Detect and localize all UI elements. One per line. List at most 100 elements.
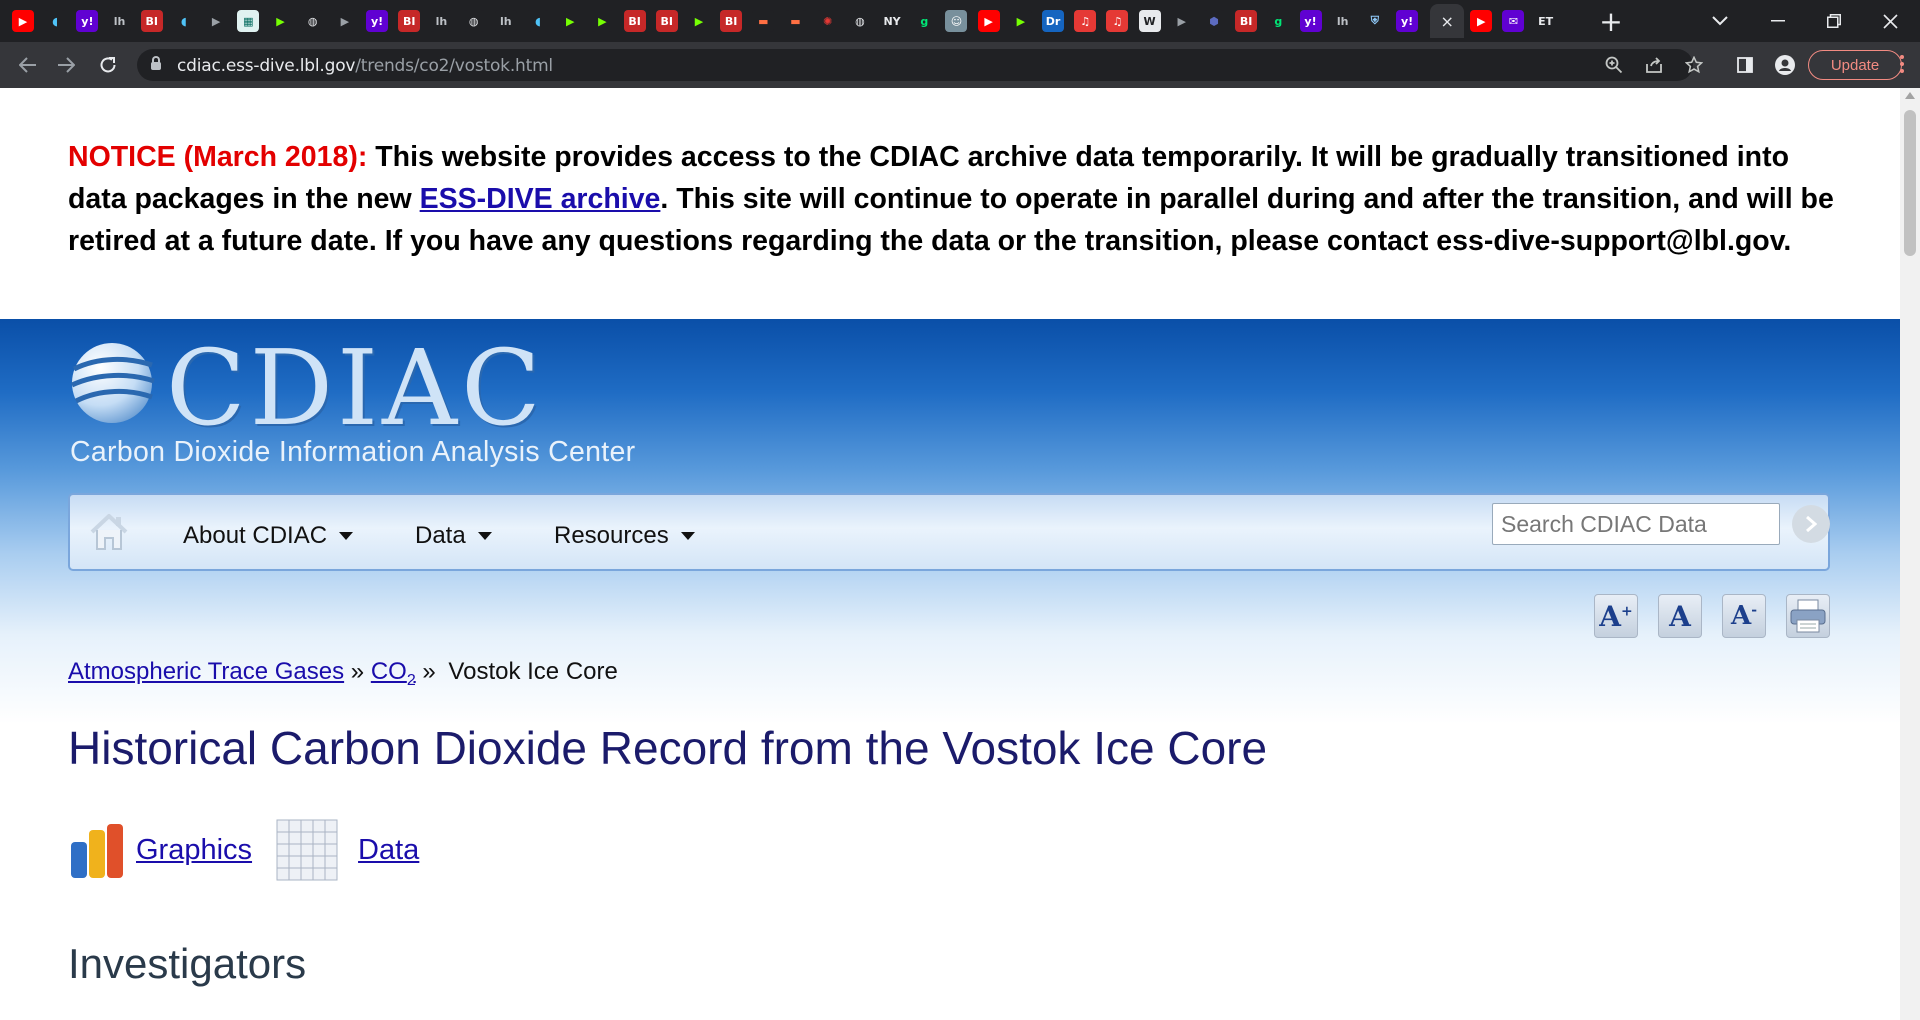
chevron-down-icon bbox=[1712, 16, 1728, 26]
hex-tab-icon[interactable]: ⬢ bbox=[1202, 10, 1225, 32]
page-viewport: NOTICE (March 2018): This website provid… bbox=[0, 88, 1900, 1020]
play-green-tab-icon[interactable]: ▶ bbox=[687, 10, 710, 32]
nav-data[interactable]: Data bbox=[415, 522, 492, 550]
globe-tab-icon[interactable]: ◍ bbox=[301, 10, 324, 32]
text-larger-icon: A+ bbox=[1599, 599, 1633, 633]
menu-kebab-icon[interactable] bbox=[1900, 55, 1904, 75]
reload-icon bbox=[100, 57, 116, 73]
restore-button[interactable] bbox=[1818, 0, 1850, 42]
breadcrumb-atmospheric-trace-gases[interactable]: Atmospheric Trace Gases bbox=[68, 658, 344, 685]
print-button[interactable] bbox=[1786, 594, 1830, 638]
notice-prefix: NOTICE (March 2018): bbox=[68, 141, 368, 173]
minimize-button[interactable] bbox=[1762, 0, 1794, 42]
crest-tab-icon[interactable]: ⛨ bbox=[1363, 10, 1386, 32]
search-submit-button[interactable] bbox=[1792, 505, 1830, 543]
nav-resources[interactable]: Resources bbox=[554, 522, 695, 550]
yahoo-tab-icon[interactable]: y! bbox=[1299, 10, 1322, 32]
bi-tab-icon[interactable]: BI bbox=[655, 10, 678, 32]
new-tab-button[interactable]: + bbox=[1598, 0, 1624, 42]
arrow-left-icon bbox=[19, 57, 36, 73]
mail-purple-tab-icon[interactable]: ✉ bbox=[1502, 10, 1525, 32]
side-panel-icon[interactable] bbox=[1732, 52, 1758, 78]
share-icon[interactable] bbox=[1641, 52, 1667, 78]
tab-search-button[interactable] bbox=[1704, 0, 1736, 42]
text-smaller-icon: A- bbox=[1731, 601, 1757, 631]
shield-tab-icon[interactable]: ◖ bbox=[44, 10, 67, 32]
nav-about-cdiac[interactable]: About CDIAC bbox=[183, 522, 354, 550]
close-window-button[interactable] bbox=[1874, 0, 1906, 42]
yahoo-tab-icon[interactable]: y! bbox=[1396, 10, 1419, 32]
bi-tab-icon[interactable]: BI bbox=[720, 10, 743, 32]
active-tab-close-icon[interactable]: × bbox=[1430, 4, 1465, 38]
dr-tab-icon[interactable]: Dr bbox=[1042, 10, 1064, 32]
increase-text-button[interactable]: A+ bbox=[1594, 594, 1638, 638]
wp-tab-icon[interactable]: W bbox=[1138, 10, 1161, 32]
forward-button[interactable] bbox=[52, 51, 80, 79]
lh-tab-icon[interactable]: lh bbox=[430, 10, 453, 32]
shield-tab-icon[interactable]: ◖ bbox=[172, 10, 195, 32]
profile-avatar-icon[interactable] bbox=[1772, 52, 1798, 78]
yahoo-tab-icon[interactable]: y! bbox=[366, 10, 389, 32]
flag-tab-icon[interactable]: ▶ bbox=[205, 10, 228, 32]
mic-red-tab-icon[interactable]: ♫ bbox=[1074, 10, 1097, 32]
play-green-tab-icon[interactable]: ▶ bbox=[591, 10, 614, 32]
bi-tab-icon[interactable]: BI bbox=[1235, 10, 1258, 32]
bi-tab-icon[interactable]: BI bbox=[623, 10, 646, 32]
data-table-icon bbox=[276, 819, 338, 881]
back-button[interactable] bbox=[14, 51, 42, 79]
bi-tab-icon[interactable]: BI bbox=[398, 10, 421, 32]
decrease-text-button[interactable]: A- bbox=[1722, 594, 1766, 638]
nav-about-label: About CDIAC bbox=[183, 522, 328, 549]
globe-tab-icon[interactable]: ◍ bbox=[848, 10, 871, 32]
yahoo-tab-icon[interactable]: y! bbox=[76, 10, 99, 32]
notice-banner: NOTICE (March 2018): This website provid… bbox=[68, 136, 1848, 262]
reload-button[interactable] bbox=[94, 51, 122, 79]
flag-tab-icon[interactable]: ▶ bbox=[333, 10, 356, 32]
zoom-icon[interactable] bbox=[1601, 52, 1627, 78]
home-icon[interactable] bbox=[88, 511, 130, 553]
youtube-tab-icon[interactable]: ▶ bbox=[977, 10, 1000, 32]
page-scrollbar[interactable] bbox=[1900, 88, 1920, 1020]
search-input[interactable] bbox=[1492, 503, 1780, 545]
globe-tab-icon[interactable]: ◍ bbox=[462, 10, 485, 32]
address-bar[interactable]: cdiac.ess-dive.lbl.gov/trends/co2/vostok… bbox=[137, 49, 1693, 81]
investigators-heading: Investigators bbox=[68, 940, 307, 987]
scroll-up-arrow-icon[interactable] bbox=[1905, 92, 1915, 99]
breadcrumb-current: Vostok Ice Core bbox=[448, 658, 618, 685]
breadcrumb-separator: » bbox=[422, 658, 436, 685]
bookmark-star-icon[interactable] bbox=[1681, 52, 1707, 78]
nyt-tab-icon[interactable]: NY bbox=[881, 10, 904, 32]
update-button[interactable]: Update bbox=[1808, 50, 1902, 80]
play-green-tab-icon[interactable]: ▶ bbox=[559, 10, 582, 32]
lh-tab-icon[interactable]: lh bbox=[494, 10, 517, 32]
ess-dive-archive-link[interactable]: ESS-DIVE archive bbox=[420, 183, 661, 215]
browser-tabstrip: ▶ ◖ y! lh BI ◖ ▶ ▦ ▶ ◍ ▶ y! BI lh ◍ lh ◖ ▶ ▶ BI BI ▶ BI ▬ ▬ ✺ ◍ NY g… bbox=[0, 0, 1920, 42]
youtube-tab-icon[interactable]: ▶ bbox=[1470, 10, 1493, 32]
flag-tab-icon[interactable]: ▶ bbox=[1170, 10, 1193, 32]
play-green-tab-icon[interactable]: ▶ bbox=[269, 10, 292, 32]
bi-tab-icon[interactable]: BI bbox=[140, 10, 163, 32]
scrollbar-thumb[interactable] bbox=[1904, 110, 1916, 256]
g-green-tab-icon[interactable]: g bbox=[913, 10, 936, 32]
breadcrumb-co2[interactable]: CO2 bbox=[371, 658, 416, 689]
normal-text-button[interactable]: A bbox=[1658, 594, 1702, 638]
g-green-tab-icon[interactable]: g bbox=[1267, 10, 1290, 32]
youtube-tab-icon[interactable]: ▶ bbox=[12, 10, 34, 32]
lh-tab-icon[interactable]: lh bbox=[108, 10, 131, 32]
play-green-tab-icon[interactable]: ▶ bbox=[1009, 10, 1032, 32]
graphics-link[interactable]: Graphics bbox=[136, 834, 252, 867]
bookmark-orange-tab-icon[interactable]: ▬ bbox=[752, 10, 775, 32]
mic-red-tab-icon[interactable]: ♫ bbox=[1106, 10, 1129, 32]
burst-tab-icon[interactable]: ✺ bbox=[816, 10, 839, 32]
et-tab-icon[interactable]: ET bbox=[1534, 10, 1557, 32]
caret-down-icon bbox=[339, 532, 354, 540]
lh-tab-icon[interactable]: lh bbox=[1331, 10, 1354, 32]
grid-tab-icon[interactable]: ▦ bbox=[237, 10, 260, 32]
face-tab-icon[interactable]: ☺ bbox=[945, 10, 968, 32]
cdiac-logo-subtitle: Carbon Dioxide Information Analysis Cent… bbox=[70, 436, 636, 468]
shield-tab-icon[interactable]: ◖ bbox=[527, 10, 549, 32]
chevron-right-icon bbox=[1806, 515, 1817, 533]
data-link[interactable]: Data bbox=[358, 834, 419, 867]
main-navigation: About CDIAC Data Resources bbox=[68, 493, 1830, 571]
bookmark-orange-tab-icon[interactable]: ▬ bbox=[784, 10, 807, 32]
